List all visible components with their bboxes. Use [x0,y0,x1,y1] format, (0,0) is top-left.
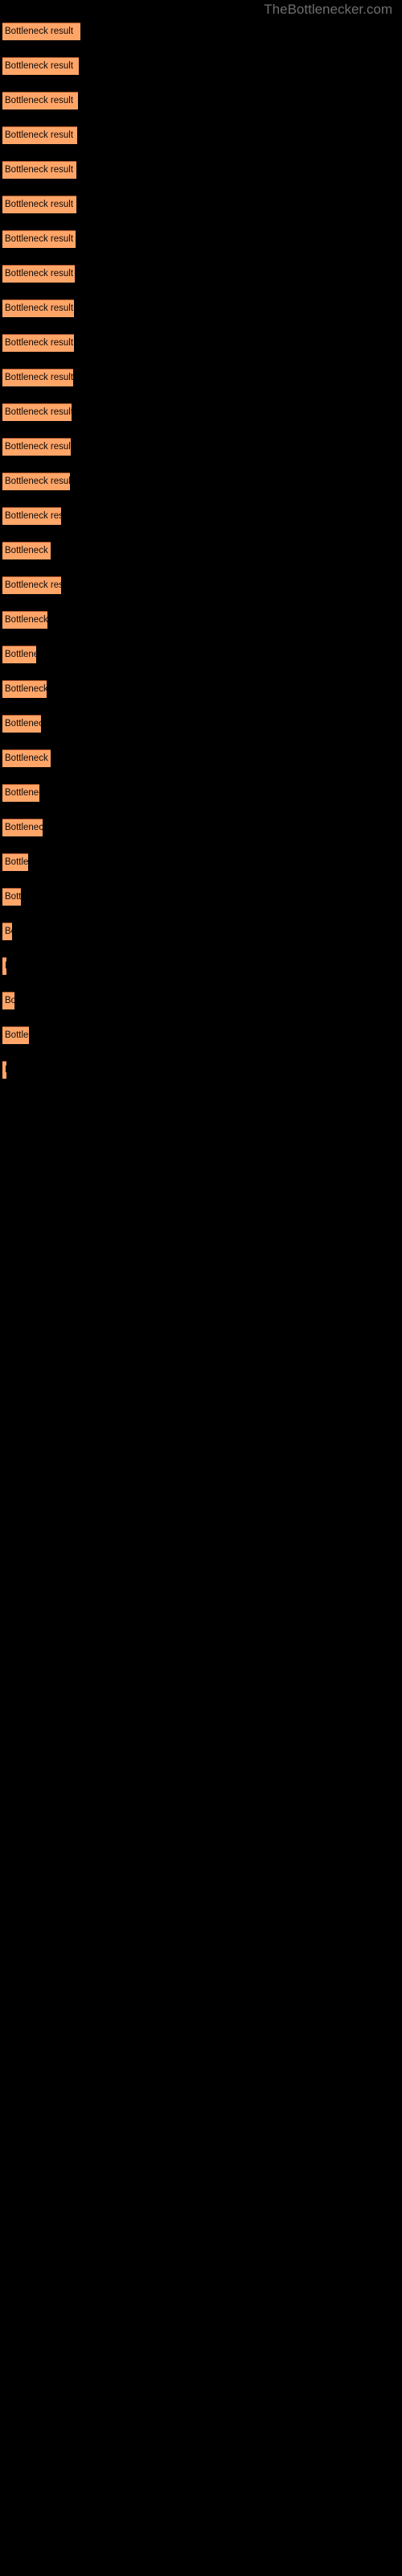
bar: Bottleneck result [2,473,70,490]
bar: Bottleneck result [2,611,47,629]
bar: Bottleneck result [2,680,47,698]
bar-label: Bottleneck result [5,27,74,36]
bar: Bottleneck result [2,923,12,940]
bar: Bottleneck result [2,957,6,975]
bar: Bottleneck result [2,161,76,179]
bar: Bottleneck result [2,438,71,456]
bar-label: Bottleneck result [5,477,70,486]
bar-label: Bottleneck result [5,269,74,279]
bar-label: Bottleneck result [5,615,47,625]
bar: Bottleneck result [2,403,72,421]
bar-label: Bottleneck result [5,546,51,555]
bar-label: Bottleneck result [5,130,74,140]
bar-label: Bottleneck result [5,580,61,590]
bar: Bottleneck result [2,646,36,663]
bar-label: Bottleneck result [5,927,12,936]
bar-label: Bottleneck result [5,788,39,798]
bar: Bottleneck result [2,23,80,40]
bar: Bottleneck result [2,542,51,559]
bar: Bottleneck result [2,1061,6,1079]
bar-label: Bottleneck result [5,650,36,659]
bar-label: Bottleneck result [5,857,28,867]
bar: Bottleneck result [2,369,73,386]
bar: Bottleneck result [2,57,79,75]
bar-label: Bottleneck result [5,442,71,452]
bar-label: Bottleneck result [5,165,74,175]
bottleneck-bar-chart: Bottleneck result Bottleneck result Bottle… [0,0,402,2576]
bar-label: Bottleneck result [5,892,21,902]
bar: Bottleneck result [2,715,41,733]
bar: Bottleneck result [2,576,61,594]
bar: Bottleneck result [2,230,76,248]
bar: Bottleneck result [2,853,28,871]
bar: Bottleneck result [2,334,74,352]
bar-label: Bottleneck result [5,1064,6,1076]
bar-label: Bottleneck result [5,719,41,729]
bar: Bottleneck result [2,749,51,767]
bar: Bottleneck result [2,299,74,317]
bar-label: Bottleneck result [5,511,61,521]
bar: Bottleneck result [2,784,39,802]
bar-label: Bottleneck result [5,234,74,244]
bar-label: Bottleneck result [5,96,74,105]
bar-label: Bottleneck result [5,1030,29,1040]
bar-label: Bottleneck result [5,960,6,972]
bar-label: Bottleneck result [5,407,72,417]
bar: Bottleneck result [2,1026,29,1044]
bar: Bottleneck result [2,92,78,109]
bar-label: Bottleneck result [5,303,74,313]
bar-label: Bottleneck result [5,338,74,348]
bar: Bottleneck result [2,992,14,1009]
bar: Bottleneck result [2,265,75,283]
bar-label: Bottleneck result [5,823,43,832]
bar-label: Bottleneck result [5,684,47,694]
bar-label: Bottleneck result [5,200,74,209]
bar: Bottleneck result [2,888,21,906]
bar-label: Bottleneck result [5,373,73,382]
bar-label: Bottleneck result [5,61,74,71]
bar: Bottleneck result [2,126,77,144]
bar: Bottleneck result [2,196,76,213]
bar: Bottleneck result [2,819,43,836]
bar-label: Bottleneck result [5,753,51,763]
bar: Bottleneck result [2,507,61,525]
bar-label: Bottleneck result [5,996,14,1005]
